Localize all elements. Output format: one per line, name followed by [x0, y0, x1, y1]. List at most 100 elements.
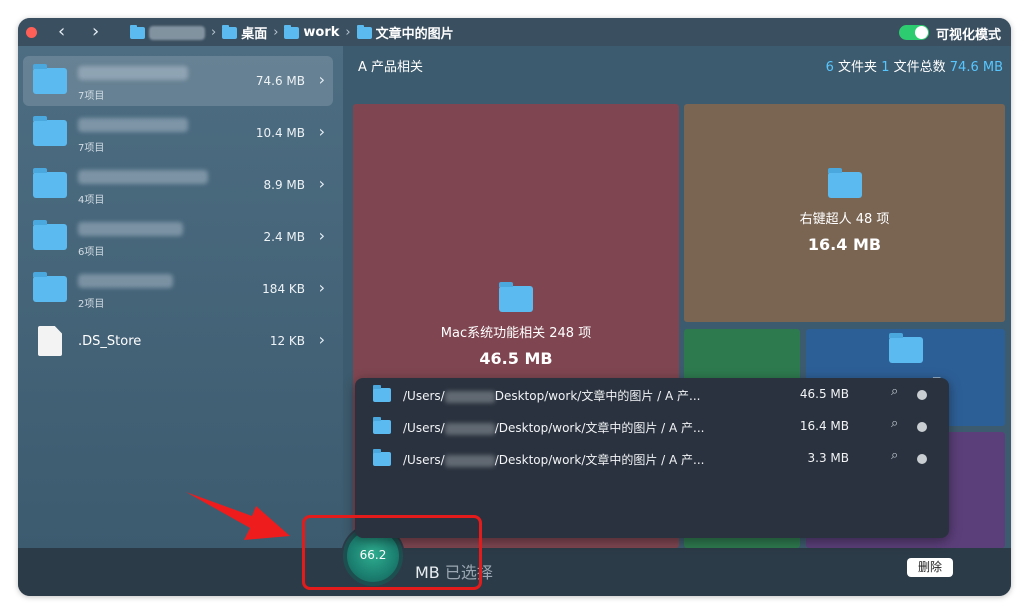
folder-icon — [33, 272, 67, 302]
folder-size: 8.9 MB — [263, 178, 305, 192]
selected-item-row[interactable]: /Users/ /Desktop/work/文章中的图片 / A 产... 3.3… — [373, 446, 933, 470]
sidebar-item-folder[interactable]: 2项目 184 KB › — [23, 264, 333, 314]
folder-icon — [33, 220, 67, 250]
bottom-bar — [18, 548, 1011, 596]
visual-mode-toggle[interactable] — [899, 25, 929, 40]
folder-icon — [373, 417, 391, 434]
remove-dot-icon[interactable] — [917, 390, 927, 400]
path-suffix: /Desktop/work/文章中的图片 / A 产... — [494, 453, 705, 467]
redacted-folder-name — [78, 170, 208, 184]
file-name: .DS_Store — [78, 334, 142, 349]
tile-name: Mac系统功能相关 248 项 — [440, 326, 592, 341]
treemap-tile-rightclick[interactable]: 右键超人 48 项 16.4 MB — [684, 104, 1005, 322]
sidebar-item-file[interactable]: .DS_Store 12 KB › — [23, 316, 333, 366]
folder-icon — [33, 64, 67, 94]
folder-size: 74.6 MB — [255, 74, 305, 88]
panel-title: A 产品相关 — [358, 60, 424, 75]
redacted-username — [444, 422, 495, 435]
breadcrumb-item-home[interactable] — [130, 24, 205, 40]
folder-icon — [222, 24, 238, 39]
folder-count: 6 — [825, 60, 834, 75]
search-icon[interactable]: ⌕ — [891, 384, 898, 399]
folder-stats: 6 文件夹 1 文件总数 74.6 MB — [826, 56, 1003, 75]
breadcrumb: › 桌面 › work › 文章中的图片 — [130, 23, 454, 42]
chevron-right-icon[interactable]: › — [319, 122, 325, 141]
breadcrumb-label: 文章中的图片 — [375, 27, 454, 42]
item-count: 6项目 — [78, 247, 105, 258]
folder-icon — [33, 116, 67, 146]
tile-size: 16.4 MB — [807, 235, 882, 254]
folder-icon — [373, 385, 391, 402]
tile-size: 46.5 MB — [479, 349, 553, 368]
item-size: 16.4 MB — [799, 419, 849, 433]
folder-icon — [827, 168, 862, 198]
total-size: 74.6 MB — [949, 60, 1003, 75]
item-count: 2项目 — [78, 299, 105, 310]
selected-item-row[interactable]: /Users/Desktop/work/文章中的图片 / A 产... 46.5… — [373, 382, 933, 406]
path-suffix: /Desktop/work/文章中的图片 / A 产... — [494, 421, 705, 435]
tile-name: 右键超人 48 项 — [799, 212, 890, 227]
highlight-box — [302, 515, 482, 590]
item-count: 7项目 — [78, 143, 105, 154]
folder-icon — [888, 333, 923, 363]
path-prefix: /Users/ — [403, 389, 445, 403]
file-count: 1 — [881, 60, 890, 75]
redacted-folder-name — [78, 66, 188, 80]
chevron-right-icon[interactable]: › — [319, 330, 325, 349]
file-count-label: 文件总数 — [893, 60, 946, 75]
home-folder-icon — [130, 24, 145, 39]
redacted-folder-name — [78, 274, 173, 288]
breadcrumb-item-desktop[interactable]: 桌面 — [222, 23, 267, 42]
folder-size: 10.4 MB — [255, 126, 305, 140]
breadcrumb-item-work[interactable]: work — [284, 24, 340, 40]
folder-icon — [284, 24, 300, 39]
remove-dot-icon[interactable] — [917, 454, 927, 464]
breadcrumb-label: work — [303, 25, 340, 40]
item-path: /Users/ /Desktop/work/文章中的图片 / A 产... — [403, 451, 705, 468]
folder-size: 2.4 MB — [263, 230, 305, 244]
folder-icon — [373, 449, 391, 466]
search-icon[interactable]: ⌕ — [891, 416, 898, 431]
back-button[interactable]: ‹ — [58, 21, 65, 42]
chevron-right-icon[interactable]: › — [319, 226, 325, 245]
redacted-folder-name — [78, 118, 188, 132]
toggle-knob — [915, 26, 928, 39]
path-suffix: Desktop/work/文章中的图片 / A 产... — [494, 389, 701, 403]
path-prefix: /Users/ — [403, 421, 445, 435]
chevron-right-icon[interactable]: › — [319, 278, 325, 297]
redacted-folder-name — [78, 222, 183, 236]
redacted-username — [149, 25, 205, 40]
folder-size: 184 KB — [262, 282, 305, 296]
delete-button[interactable]: 删除 — [907, 558, 953, 577]
sidebar-item-folder[interactable]: 7项目 74.6 MB › — [23, 56, 333, 106]
path-prefix: /Users/ — [403, 453, 445, 467]
folder-icon — [33, 168, 67, 198]
chevron-right-icon[interactable]: › — [319, 70, 325, 89]
item-size: 3.3 MB — [807, 451, 849, 465]
item-path: /Users/ /Desktop/work/文章中的图片 / A 产... — [403, 419, 705, 436]
sidebar-item-folder[interactable]: 6项目 2.4 MB › — [23, 212, 333, 262]
item-count: 4项目 — [78, 195, 105, 206]
item-size: 46.5 MB — [799, 387, 849, 401]
folder-icon — [356, 24, 372, 39]
breadcrumb-item-images[interactable]: 文章中的图片 — [356, 23, 454, 42]
sidebar-item-folder[interactable]: 7项目 10.4 MB › — [23, 108, 333, 158]
chevron-right-icon[interactable]: › — [319, 174, 325, 193]
search-icon[interactable]: ⌕ — [891, 448, 898, 463]
selected-item-row[interactable]: /Users/ /Desktop/work/文章中的图片 / A 产... 16.… — [373, 414, 933, 438]
redacted-username — [444, 454, 495, 467]
redacted-username — [444, 390, 495, 403]
sidebar: 7项目 74.6 MB › 7项目 10.4 MB › 4项目 8.9 MB ›… — [18, 46, 343, 548]
forward-button[interactable]: › — [92, 21, 99, 42]
item-count: 7项目 — [78, 91, 105, 102]
document-icon — [38, 326, 62, 356]
breadcrumb-label: 桌面 — [241, 27, 268, 42]
item-path: /Users/Desktop/work/文章中的图片 / A 产... — [403, 387, 700, 404]
close-window-button[interactable] — [26, 27, 37, 38]
folder-icon — [499, 282, 533, 312]
selected-items-popup: /Users/Desktop/work/文章中的图片 / A 产... 46.5… — [355, 378, 949, 538]
sidebar-item-folder[interactable]: 4项目 8.9 MB › — [23, 160, 333, 210]
visual-mode-label: 可视化模式 — [935, 28, 1001, 43]
title-bar: ‹ › › 桌面 › work › 文章中的图片 可视化模式 — [18, 18, 1011, 46]
remove-dot-icon[interactable] — [917, 422, 927, 432]
